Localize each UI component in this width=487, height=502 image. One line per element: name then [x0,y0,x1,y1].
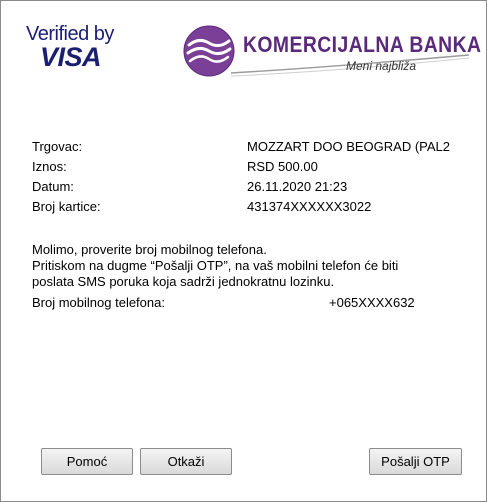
phone-value: +065XXXX632 [329,295,415,310]
bank-tagline-text: Meni najbliža [346,59,417,73]
amount-value: RSD 500.00 [247,159,318,174]
send-otp-button[interactable]: Pošalji OTP [369,448,462,475]
merchant-label: Trgovac: [32,139,83,154]
message-line-2: Pritiskom na dugme “Pošalji OTP”, na vaš… [32,258,399,273]
phone-label: Broj mobilnog telefona: [32,295,165,310]
bank-name-text: KOMERCIJALNA BANKA [243,32,482,57]
date-label: Datum: [32,179,74,194]
card-number-value: 431374XXXXXX3022 [247,199,372,214]
bank-emblem-icon [183,25,235,77]
merchant-value: MOZZART DOO BEOGRAD (PAL2 [247,139,450,154]
komercijalna-banka-logo: KOMERCIJALNA BANKA Meni najbliža [181,23,481,79]
cancel-button[interactable]: Otkaži [140,448,232,475]
date-value: 26.11.2020 21:23 [247,179,348,194]
instruction-message: Molimo, proverite broj mobilnog telefona… [32,242,462,290]
help-button[interactable]: Pomoć [41,448,133,475]
card-number-label: Broj kartice: [32,199,101,214]
visa-text: VISA [40,42,102,72]
message-line-3: poslata SMS poruka koja sadrži jednokrat… [32,274,335,289]
message-line-1: Molimo, proverite broj mobilnog telefona… [32,242,267,257]
verified-by-visa-logo: Verified by VISA [26,23,116,73]
authentication-dialog: Verified by VISA KOMERCIJALNA BANKA Meni… [0,0,487,502]
amount-label: Iznos: [32,159,67,174]
